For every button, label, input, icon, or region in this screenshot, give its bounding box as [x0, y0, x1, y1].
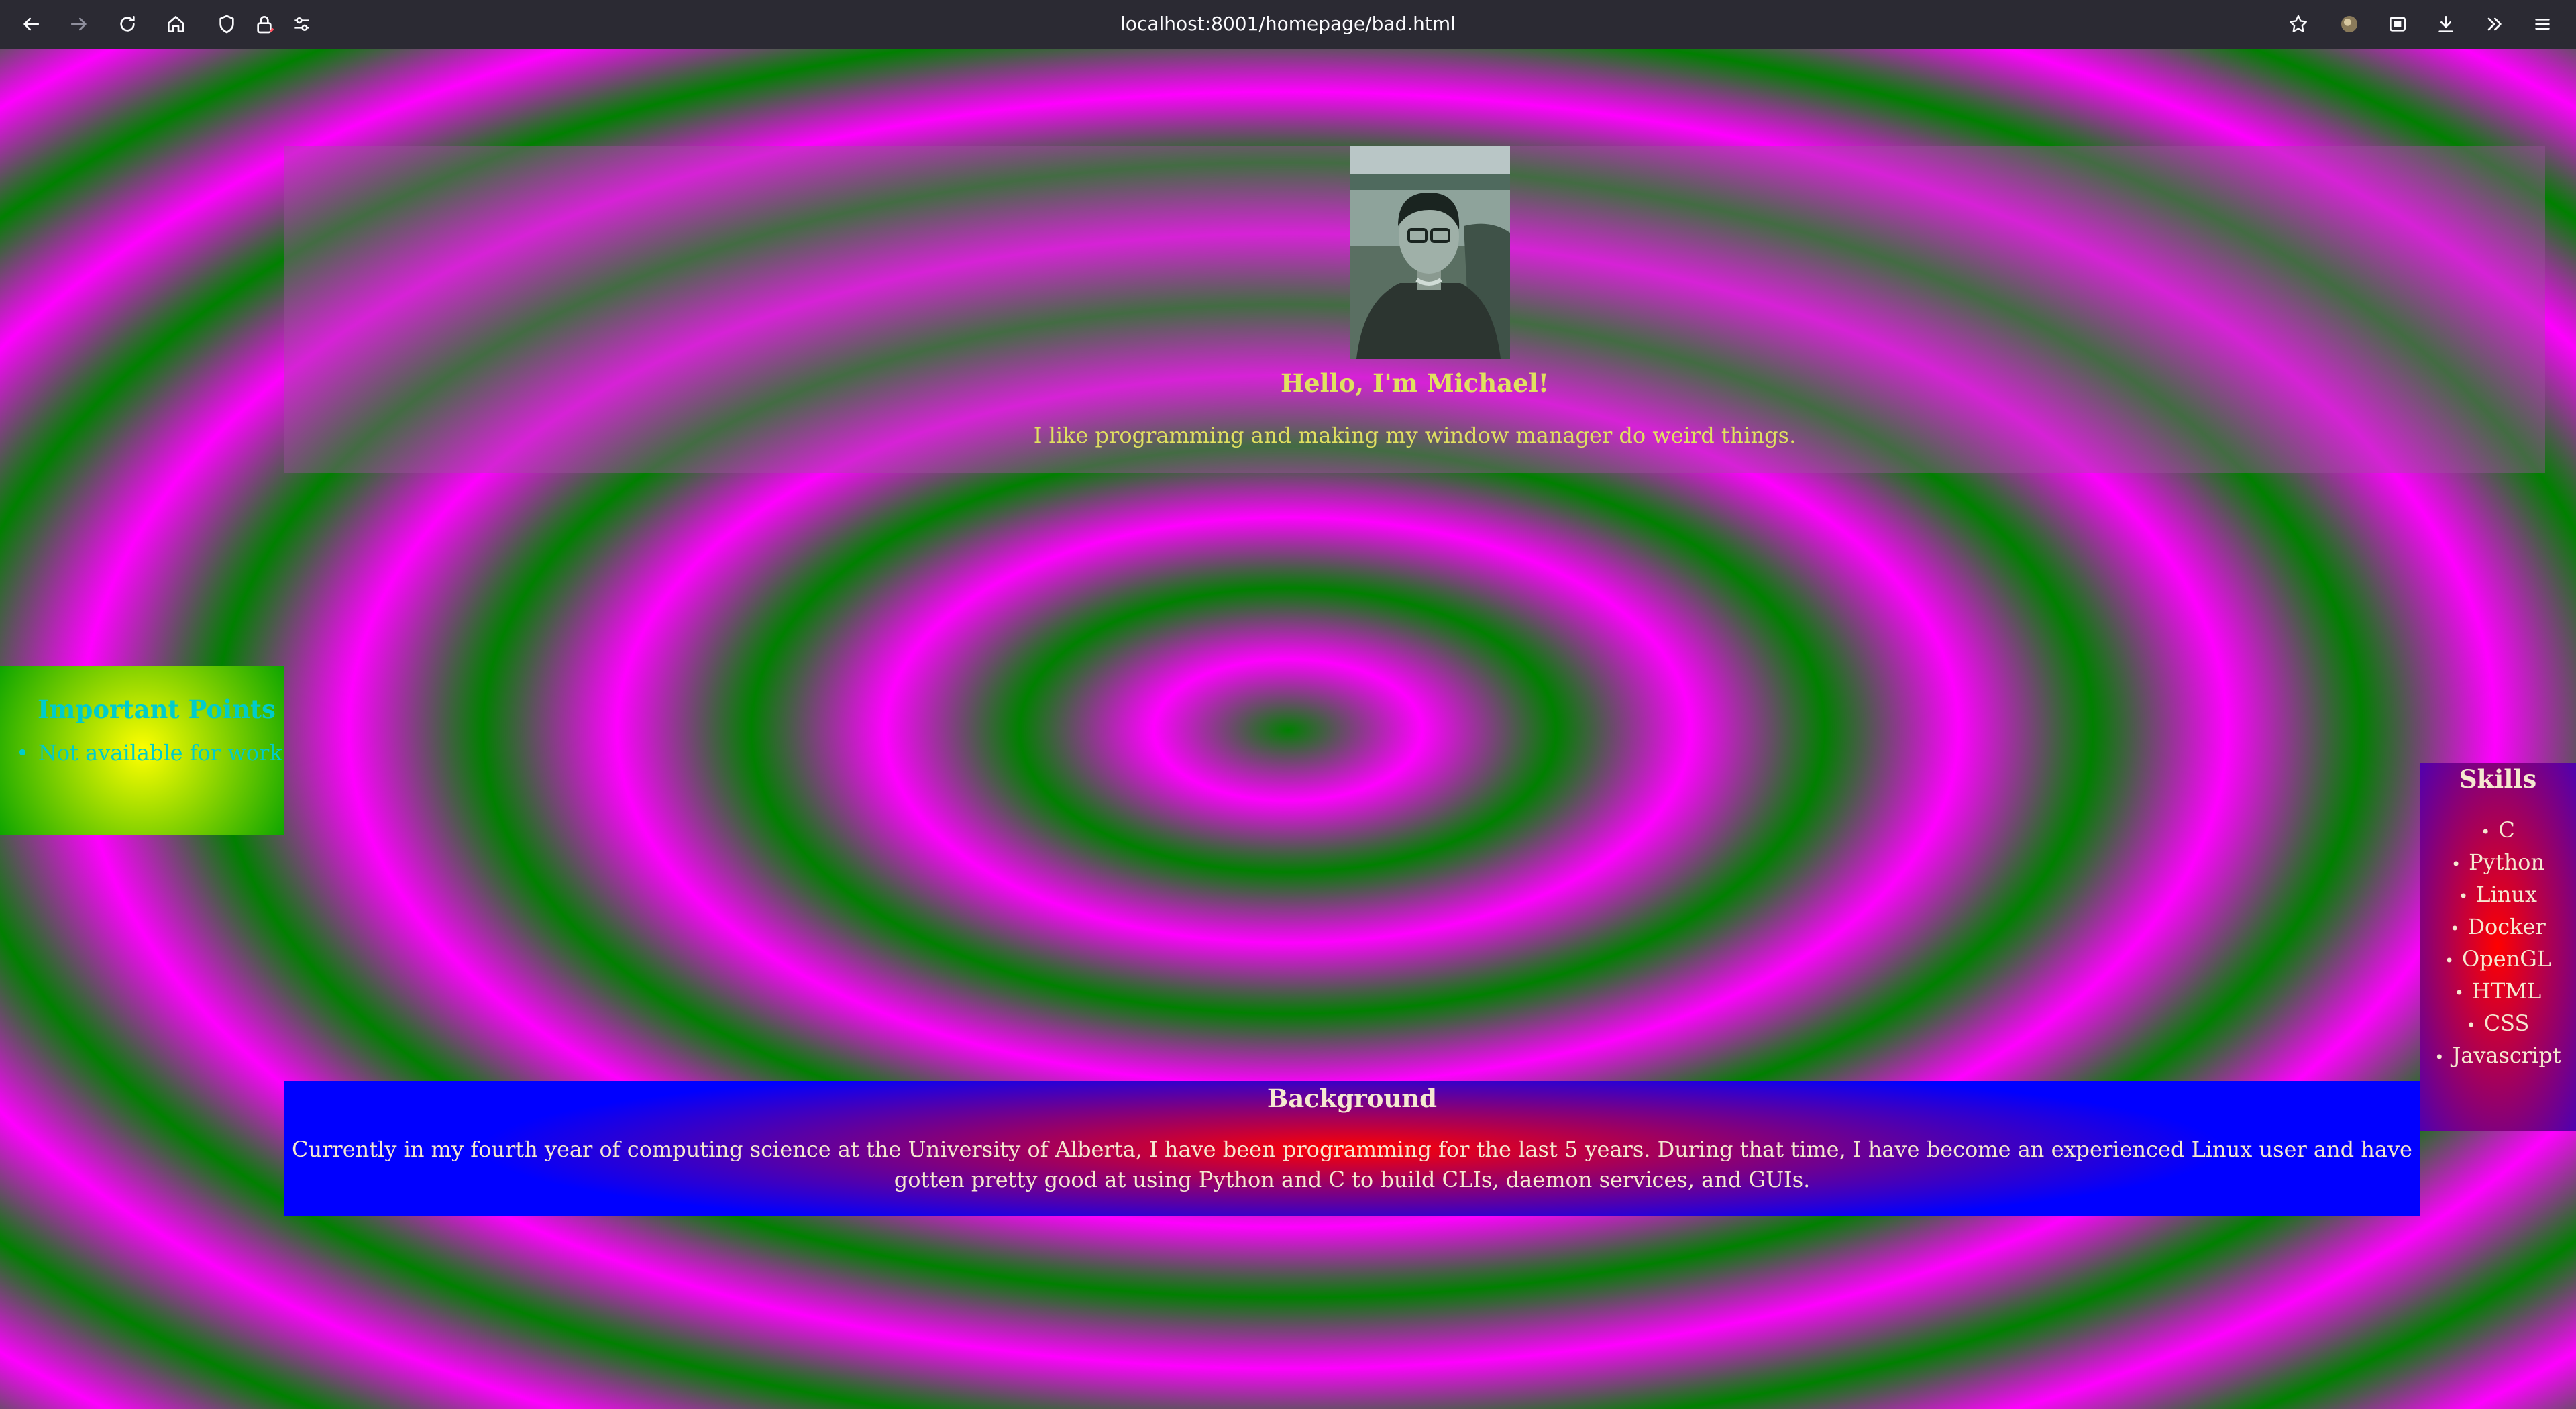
menu-icon — [2535, 19, 2550, 30]
bookmark-button[interactable] — [2284, 9, 2313, 39]
skills-list: C Python Linux Docker OpenGL HTML CSS Ja… — [2420, 815, 2576, 1073]
download-icon — [2438, 16, 2453, 32]
header-tagline: I like programming and making my window … — [1033, 423, 1796, 448]
browser-toolbar: localhost:8001/homepage/bad.html — [0, 0, 2576, 49]
page-viewport: Hello, I'm Michael! I like programming a… — [0, 49, 2576, 1409]
screenshot-button[interactable] — [2383, 9, 2412, 39]
skill-item: Linux — [2420, 880, 2576, 912]
skill-item: Javascript — [2420, 1041, 2576, 1073]
skill-item: OpenGL — [2420, 944, 2576, 976]
background-title: Background — [1267, 1084, 1438, 1113]
header-title: Hello, I'm Michael! — [1281, 368, 1549, 398]
profile-avatar-icon — [2341, 16, 2357, 32]
skill-item: HTML — [2420, 976, 2576, 1008]
background-text: Currently in my fourth year of computing… — [292, 1137, 2412, 1192]
url-bar-text[interactable]: localhost:8001/homepage/bad.html — [0, 11, 2576, 38]
background-panel: Background Currently in my fourth year o… — [284, 1081, 2420, 1216]
skill-item: Python — [2420, 847, 2576, 880]
overflow-chevron-icon — [2487, 17, 2502, 31]
screenshot-icon — [2390, 17, 2406, 32]
skill-item: C — [2420, 815, 2576, 847]
overflow-button[interactable] — [2479, 9, 2509, 39]
app-menu-button[interactable] — [2528, 9, 2557, 39]
header-card: Hello, I'm Michael! I like programming a… — [284, 146, 2545, 473]
skill-item: CSS — [2420, 1008, 2576, 1041]
downloads-button[interactable] — [2431, 9, 2461, 39]
profile-photo — [1350, 146, 1510, 359]
profile-button[interactable] — [2334, 9, 2364, 39]
profile-photo-image — [1350, 146, 1510, 359]
skill-item: Docker — [2420, 912, 2576, 944]
bookmark-star-icon — [2290, 15, 2307, 32]
skills-title: Skills — [2459, 764, 2537, 794]
browser-window: localhost:8001/homepage/bad.html Hello, … — [0, 0, 2576, 1409]
skills-panel: Skills C Python Linux Docker OpenGL HTML… — [2420, 763, 2576, 1131]
important-points-title: Important Points — [38, 694, 276, 724]
important-points-panel: Important Points Not available for work — [0, 666, 284, 835]
important-points-list: Not available for work — [16, 740, 282, 766]
important-point-item: Not available for work — [16, 740, 282, 766]
